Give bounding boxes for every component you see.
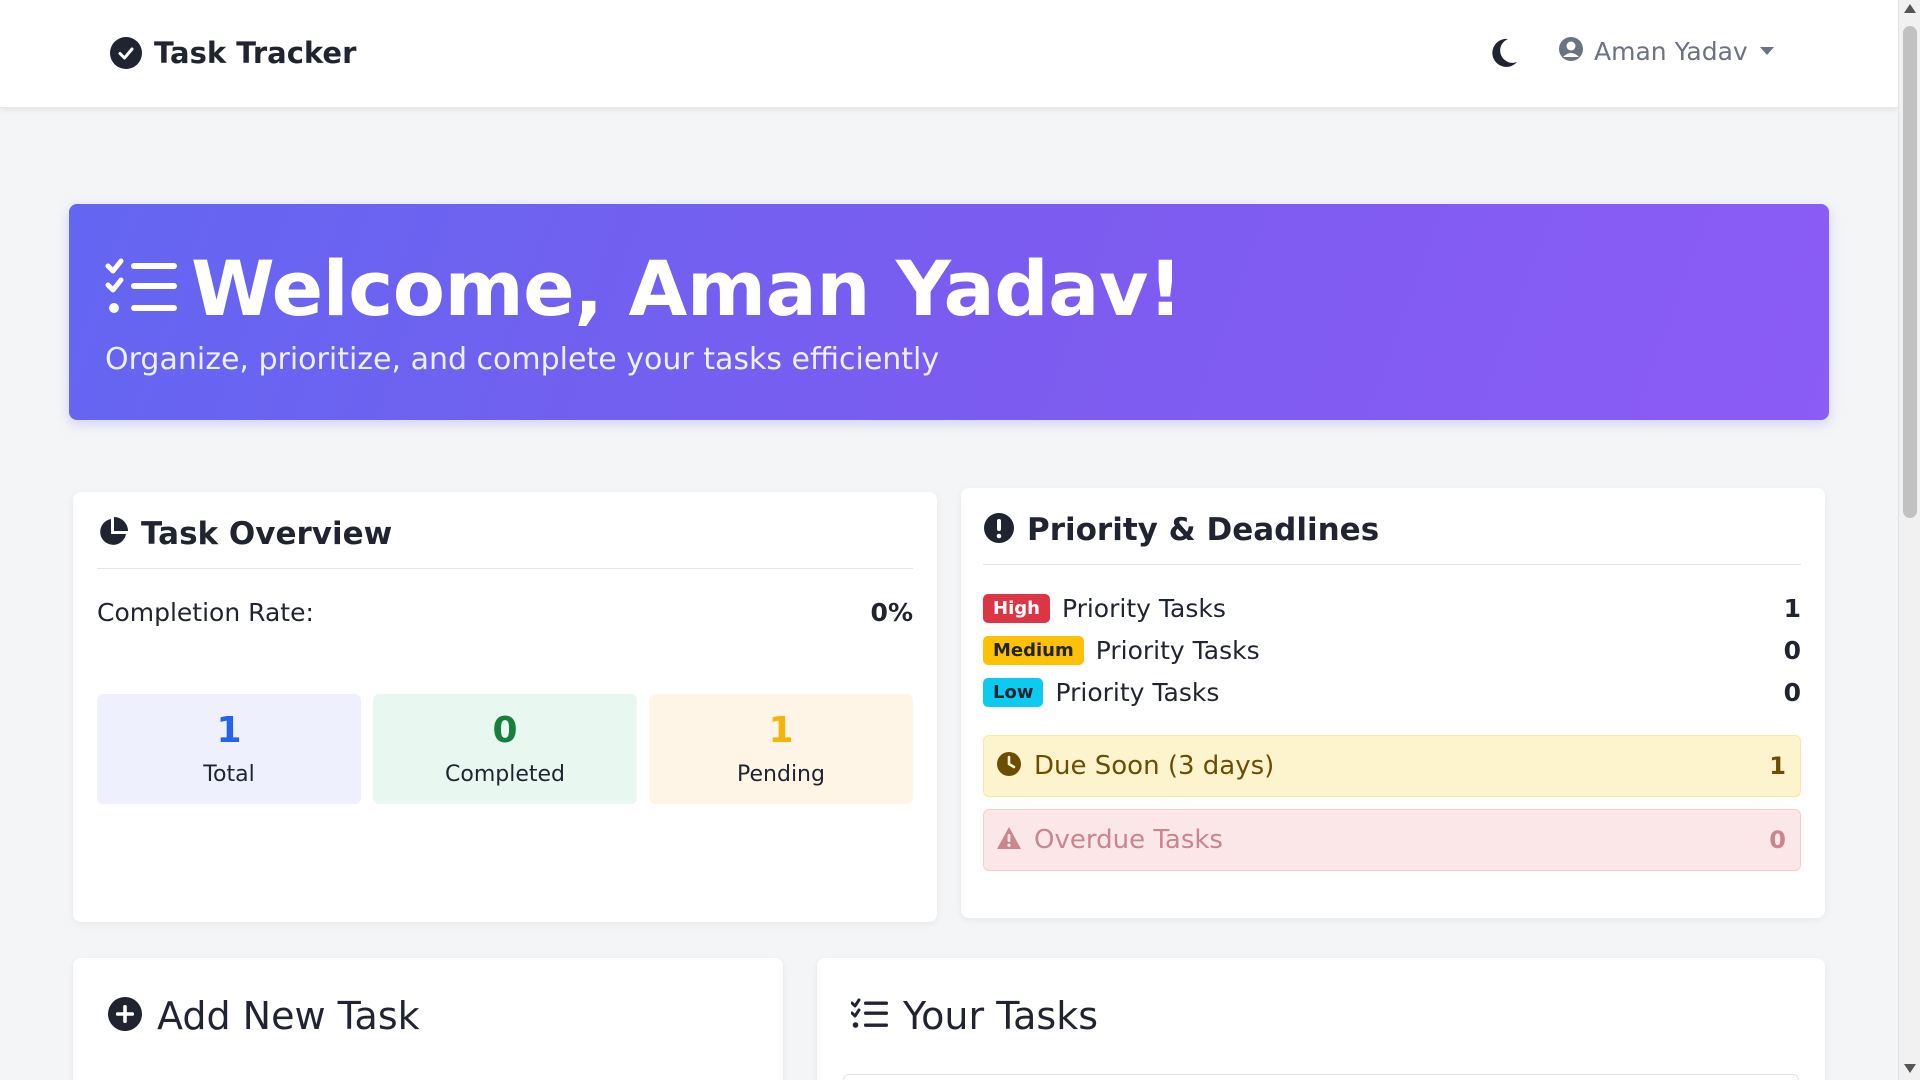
warning-triangle-icon (996, 826, 1022, 854)
stat-pending: 1 Pending (649, 694, 913, 804)
priority-row-medium: Medium Priority Tasks 0 (983, 633, 1801, 667)
add-task-card: Add New Task (73, 958, 783, 1080)
stat-completed: 0 Completed (373, 694, 637, 804)
priority-row-count: 0 (1783, 677, 1801, 707)
user-dropdown[interactable]: Aman Yadav (1558, 36, 1774, 66)
your-tasks-title: Your Tasks (903, 994, 1099, 1038)
page-scrollbar[interactable] (1898, 0, 1920, 1080)
navbar: Task Tracker Aman Yadav (0, 0, 1898, 108)
stat-completed-value: 0 (492, 710, 518, 751)
brand-link[interactable]: Task Tracker (110, 36, 356, 70)
priority-row-high: High Priority Tasks 1 (983, 591, 1801, 625)
overdue-label: Overdue Tasks (1034, 825, 1223, 855)
scrollbar-thumb[interactable] (1903, 26, 1917, 518)
due-soon-alert: Due Soon (3 days) 1 (983, 735, 1801, 797)
scroll-up-icon[interactable] (1904, 4, 1916, 13)
welcome-title: Welcome, Aman Yadav! (191, 244, 1183, 333)
low-priority-badge: Low (983, 677, 1044, 707)
plus-circle-icon (107, 996, 143, 1036)
priority-row-label: Priority Tasks (1095, 635, 1260, 665)
task-overview-title: Task Overview (141, 516, 393, 552)
pie-chart-icon (97, 516, 129, 552)
priority-row-label: Priority Tasks (1055, 677, 1220, 707)
task-list-container (843, 1074, 1799, 1080)
high-priority-badge: High (983, 593, 1050, 623)
scroll-down-icon[interactable] (1904, 1064, 1916, 1073)
priority-row-label: Priority Tasks (1061, 593, 1226, 623)
clock-icon (996, 751, 1022, 781)
overdue-alert: Overdue Tasks 0 (983, 809, 1801, 871)
theme-toggle-button[interactable] (1488, 36, 1520, 70)
welcome-banner: Welcome, Aman Yadav! Organize, prioritiz… (69, 204, 1829, 420)
welcome-subtitle: Organize, prioritize, and complete your … (105, 342, 940, 377)
priority-title: Priority & Deadlines (1027, 512, 1380, 548)
stat-total-label: Total (203, 762, 255, 787)
stat-pending-value: 1 (768, 710, 794, 751)
due-soon-label: Due Soon (3 days) (1034, 751, 1275, 781)
add-task-title: Add New Task (157, 994, 420, 1038)
card-divider (97, 568, 913, 569)
priority-row-count: 1 (1783, 593, 1801, 623)
due-soon-count: 1 (1769, 752, 1786, 780)
stat-total: 1 Total (97, 694, 361, 804)
stat-total-value: 1 (216, 710, 242, 751)
stat-pending-label: Pending (737, 762, 825, 787)
brand-title: Task Tracker (154, 36, 357, 70)
medium-priority-badge: Medium (983, 635, 1084, 665)
moon-icon (1488, 38, 1520, 74)
stat-completed-label: Completed (445, 762, 565, 787)
user-circle-icon (1558, 36, 1584, 66)
task-overview-card: Task Overview Completion Rate: 0% 1 Tota… (73, 492, 937, 922)
task-list-icon (850, 998, 889, 1034)
chevron-down-icon (1759, 47, 1774, 55)
overdue-count: 0 (1769, 826, 1786, 854)
exclamation-circle-icon (983, 512, 1015, 548)
completion-rate-label: Completion Rate: (97, 598, 314, 627)
your-tasks-card: Your Tasks (817, 958, 1825, 1080)
card-divider (983, 564, 1801, 565)
task-list-icon (105, 256, 179, 322)
check-circle-icon (110, 37, 142, 69)
user-name: Aman Yadav (1594, 36, 1748, 66)
priority-deadlines-card: Priority & Deadlines High Priority Tasks… (961, 488, 1825, 918)
priority-row-low: Low Priority Tasks 0 (983, 675, 1801, 709)
priority-row-count: 0 (1783, 635, 1801, 665)
completion-rate-value: 0% (870, 598, 913, 627)
